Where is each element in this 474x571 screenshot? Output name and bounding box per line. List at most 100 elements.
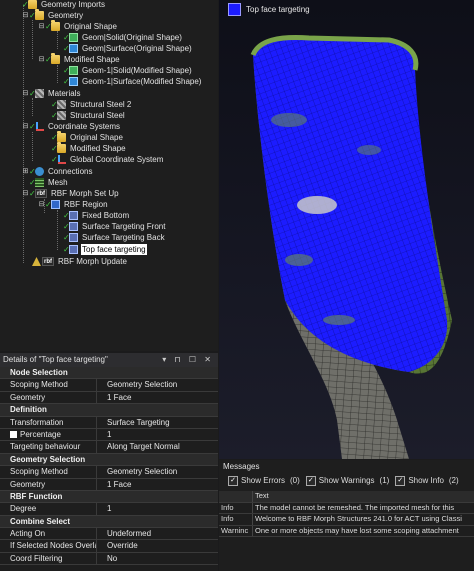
details-title: Details of "Top face targeting" [3, 355, 108, 364]
prop-row[interactable]: Coord Filtering No [0, 552, 218, 566]
section-geometry-selection[interactable]: Geometry Selection [0, 453, 218, 467]
tree-item-original-shape[interactable]: ⊟ ✓ Original Shape [38, 20, 118, 32]
collapse-icon[interactable]: ⊟ [22, 88, 29, 99]
rbf-region-icon [51, 200, 60, 209]
show-warnings-checkbox[interactable]: ✓ [305, 475, 316, 486]
prop-row[interactable]: Degree 1 [0, 503, 218, 516]
prop-row[interactable]: Targeting behaviour Along Target Normal [0, 441, 218, 454]
tree-item-rbf-morph-update[interactable]: rbf RBF Morph Update [32, 256, 128, 267]
tree-item-surface-targeting-back[interactable]: ✓ Surface Targeting Back [63, 232, 166, 243]
collapse-icon[interactable]: ⊟ [22, 188, 29, 199]
tree-item-structural-steel[interactable]: ✓ Structural Steel [51, 110, 126, 121]
collapse-icon[interactable]: ⊟ [38, 21, 45, 32]
tree-item-mesh[interactable]: ✓ Mesh [29, 177, 69, 188]
graphics-viewport[interactable]: Top face targeting [219, 0, 474, 459]
tree-item-geom-solid-original[interactable]: ✓ Geom|Solid(Original Shape) [63, 32, 183, 43]
prop-row[interactable]: If Selected Nodes Overlap Override [0, 540, 218, 553]
mesh-patch [271, 113, 307, 127]
global-coordinate-icon [57, 155, 66, 164]
tree-item-geom1-surface-modified[interactable]: ✓ Geom-1|Surface(Modified Shape) [63, 76, 202, 87]
material-icon [57, 111, 66, 120]
coordinate-system-icon [57, 142, 66, 153]
mesh-patch [323, 315, 355, 325]
tree-item-cs-original-shape[interactable]: ✓ Original Shape [51, 131, 124, 143]
mesh-patch [357, 145, 381, 155]
mesh-model[interactable] [219, 0, 474, 459]
folder-icon [51, 53, 60, 64]
lightning-icon [32, 257, 41, 266]
rbf-icon: rbf [42, 257, 54, 266]
section-definition[interactable]: Definition [0, 404, 218, 417]
tree-item-rbf-region[interactable]: ⊟ ✓ RBF Region [38, 199, 109, 210]
project-tree: ✓ Geometry Imports ⊟ ✓ Geometry ⊟ ✓ Original … [0, 0, 218, 351]
legend-color-swatch [228, 3, 241, 16]
tree-item-geom1-solid-modified[interactable]: ✓ Geom-1|Solid(Modified Shape) [63, 65, 193, 76]
prop-row[interactable]: Scoping Method Geometry Selection [0, 466, 218, 479]
solid-body-icon [69, 66, 78, 75]
tree-item-modified-shape[interactable]: ⊟ ✓ Modified Shape [38, 53, 121, 65]
tree-item-connections[interactable]: ⊞ ✓ Connections [22, 166, 93, 177]
show-info-checkbox[interactable]: ✓ [395, 475, 406, 486]
parameter-checkbox[interactable] [10, 430, 17, 438]
surface-targeting-icon [69, 245, 78, 254]
details-panel: Details of "Top face targeting" ▾ ⊓ ☐ ✕ … [0, 353, 218, 571]
surface-targeting-icon [69, 233, 78, 242]
tree-item-cs-modified-shape[interactable]: ✓ Modified Shape [51, 142, 127, 154]
tree-item-fixed-bottom[interactable]: ✓ Fixed Bottom [63, 210, 130, 221]
coordinate-system-icon [57, 131, 66, 142]
materials-icon [35, 89, 44, 98]
section-combine-select[interactable]: Combine Select [0, 515, 218, 529]
expand-icon[interactable]: ⊞ [22, 166, 29, 177]
messages-panel: Messages ✓ Show Errors (0) ✓ Show Warnings(… [219, 460, 474, 571]
mesh-patch [285, 254, 313, 266]
solid-body-icon [69, 33, 78, 42]
collapse-icon[interactable]: ⊟ [22, 121, 29, 132]
panel-tools-icons[interactable]: ▾ ⊓ ☐ ✕ [162, 353, 214, 367]
message-row[interactable]: Info Welcome to RBF Morph Structures 241.… [219, 514, 474, 526]
prop-row[interactable]: Acting On Undeformed [0, 528, 218, 541]
surface-body-icon [69, 44, 78, 53]
tree-item-geom-surface-original[interactable]: ✓ Geom|Surface(Original Shape) [63, 43, 193, 54]
prop-row[interactable]: Geometry 1 Face [0, 478, 218, 491]
prop-row[interactable]: Scoping Method Geometry Selection [0, 379, 218, 392]
prop-row[interactable]: Percentage 1 [0, 428, 218, 442]
details-title-bar: Details of "Top face targeting" ▾ ⊓ ☐ ✕ [0, 353, 218, 367]
tree-item-surface-targeting-front[interactable]: ✓ Surface Targeting Front [63, 221, 166, 232]
tree-connector [32, 98, 33, 116]
section-node-selection[interactable]: Node Selection [0, 367, 218, 380]
tree-connector [57, 65, 58, 83]
messages-title: Messages [223, 462, 260, 471]
surface-body-icon [69, 77, 78, 86]
section-rbf-function[interactable]: RBF Function [0, 490, 218, 504]
tree-connector [32, 20, 33, 59]
tree-item-global-coordinate-system[interactable]: ✓ Global Coordinate System [51, 154, 164, 165]
tree-item-top-face-targeting[interactable]: ✓ Top face targeting [63, 244, 147, 255]
show-errors-checkbox[interactable]: ✓ [228, 475, 238, 486]
tree-item-coordinate-systems[interactable]: ⊟ ✓ Coordinate Systems [22, 121, 121, 132]
tree-connector [32, 132, 33, 161]
prop-row[interactable]: Transformation Surface Targeting [0, 416, 218, 429]
tree-item-materials[interactable]: ⊟ ✓ Materials [22, 88, 81, 99]
rbf-icon: rbf [35, 189, 47, 198]
message-row[interactable]: Warninc One or more objects may have lost… [219, 525, 474, 537]
table-header: Text [219, 491, 474, 503]
tree-connector [57, 31, 58, 49]
coordinate-system-icon [35, 122, 44, 131]
gray-patch [297, 196, 337, 214]
connections-icon [35, 167, 44, 176]
material-icon [57, 100, 66, 109]
surface-targeting-icon [69, 222, 78, 231]
tree-item-rbf-morph-setup[interactable]: ⊟ ✓ rbf RBF Morph Set Up [22, 188, 120, 199]
collapse-icon[interactable]: ⊟ [22, 10, 29, 21]
folder-icon [28, 0, 37, 9]
collapse-icon[interactable]: ⊟ [38, 199, 45, 210]
collapse-icon[interactable]: ⊟ [38, 54, 45, 65]
prop-row[interactable]: Geometry 1 Face [0, 391, 218, 405]
viewport-legend: Top face targeting [228, 3, 310, 16]
message-row[interactable]: Info The model cannot be remeshed. The im… [219, 502, 474, 514]
tree-item-structural-steel-2[interactable]: ✓ Structural Steel 2 [51, 99, 132, 110]
messages-filters: ✓ Show Errors (0) ✓ Show Warnings (1) ✓ Show … [219, 473, 474, 488]
messages-table: Text Info The model cannot be remeshed. T… [219, 491, 474, 537]
folder-icon [51, 20, 60, 31]
tree-connector [23, 5, 24, 263]
